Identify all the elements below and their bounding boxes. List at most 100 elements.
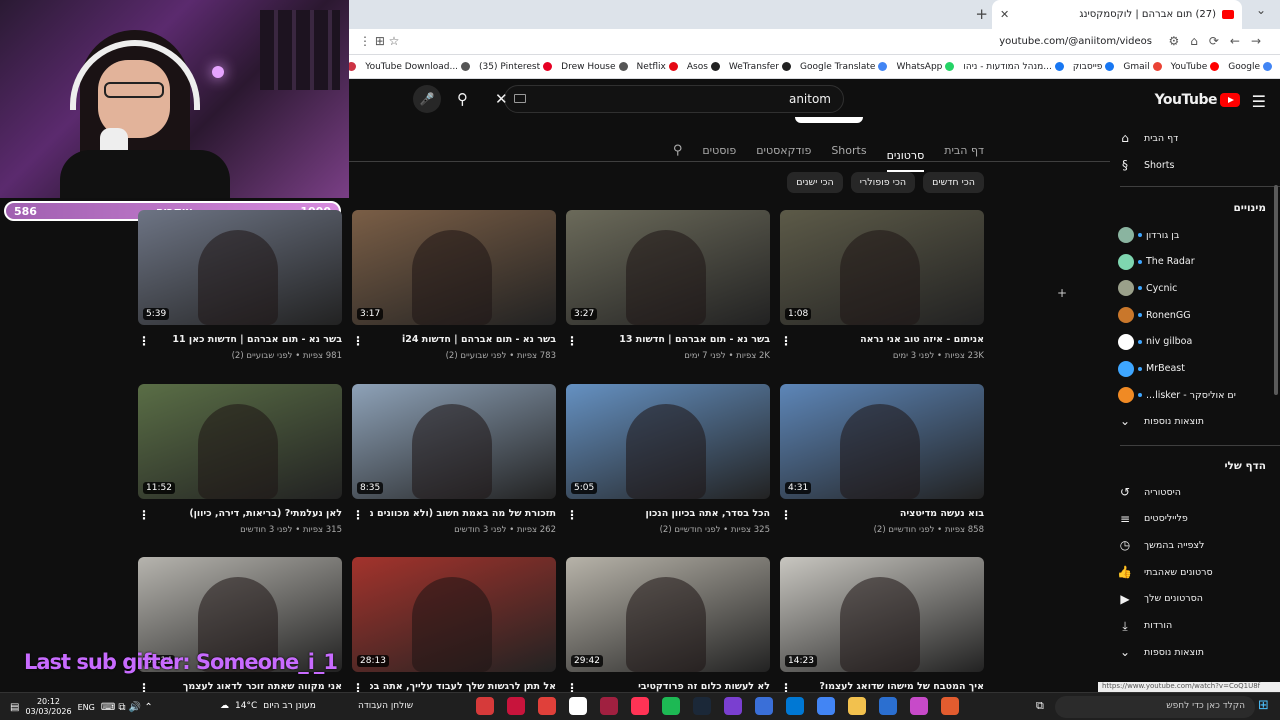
more-actions-icon[interactable]: ⋮ — [352, 508, 364, 522]
voice-search-icon[interactable]: 🎤 — [413, 85, 441, 113]
sidebar-item[interactable]: ⌄ תוצאות נוספות — [1118, 410, 1280, 432]
filter-chip[interactable]: הכי ישנים — [787, 172, 843, 193]
close-tab-icon[interactable]: ✕ — [1000, 8, 1009, 21]
video-card[interactable]: 4:31 בוא נעשה מדיטציה 858 צפיות • לפני חוד… — [780, 384, 984, 535]
video-thumbnail[interactable]: 1:08 — [780, 210, 984, 325]
sidebar-item[interactable]: 👍 סרטונים שאהבתי — [1117, 561, 1280, 583]
video-thumbnail[interactable]: 29:42 — [566, 557, 770, 672]
filter-chip[interactable]: הכי חדשים — [923, 172, 984, 193]
video-title[interactable]: תזכורת של מה באמת חשוב (ולא מכוונים מכאן… — [370, 508, 556, 519]
channel-search-icon[interactable]: ⚲ — [673, 143, 683, 168]
bookmark-item[interactable]: Netflix — [637, 62, 678, 72]
bookmark-item[interactable]: פייסבוק — [1073, 62, 1115, 72]
video-card[interactable]: 5:39 בשר נא - תום אברהם | חדשות כאן 11 981… — [138, 210, 342, 361]
subscriptions-heading[interactable]: מינויים — [1233, 202, 1266, 214]
video-card[interactable]: 5:05 הכל בסדר, אתה בכיוון הנכון 325 צפיות … — [566, 384, 770, 535]
tab-4[interactable]: פוסטים — [702, 144, 736, 167]
bookmark-item[interactable]: WhatsApp — [896, 62, 955, 72]
video-title[interactable]: אל תתן לרגשות שלך לעבוד עלייך, אתה בכיוו… — [370, 681, 556, 692]
bookmark-item[interactable]: YouTube — [1171, 62, 1220, 72]
url-field[interactable]: youtube.com/@aniitom/videos — [999, 36, 1152, 47]
window-controls[interactable]: ⌄ — [1256, 3, 1272, 17]
more-actions-icon[interactable]: ⋮ — [780, 334, 792, 348]
taskbar-app-icon[interactable] — [662, 697, 680, 715]
search-icon[interactable]: ⚲ — [457, 90, 468, 108]
task-view-icon[interactable]: ⧉ — [1036, 699, 1044, 713]
keyboard-icon[interactable] — [514, 94, 526, 103]
video-title[interactable]: לא לעשות כלום זה פרודקטיבי — [584, 681, 770, 692]
search-box[interactable]: anitom ✕ — [495, 85, 844, 113]
video-card[interactable]: 8:35 תזכורת של מה באמת חשוב (ולא מכוונים … — [352, 384, 556, 535]
sidebar-item[interactable]: Cycnic — [1118, 277, 1280, 299]
tab-0[interactable]: דף הבית — [944, 144, 984, 167]
video-title[interactable]: הכל בסדר, אתה בכיוון הנכון — [584, 508, 770, 519]
video-card[interactable]: 11:52 לאן נעלמתי? (בריאות, דירה, כיוון) 31… — [138, 384, 342, 535]
video-title[interactable]: בוא נעשה מדיטציה — [798, 508, 984, 519]
sidebar-scrollbar[interactable] — [1274, 185, 1278, 395]
sidebar-item[interactable]: ▶ הסרטונים שלך — [1118, 588, 1280, 610]
video-thumbnail[interactable]: 28:13 — [352, 557, 556, 672]
clock[interactable]: 20:12 03/03/2026 — [25, 697, 71, 717]
windows-search-box[interactable]: הקלד כאן כדי לחפש — [1055, 696, 1255, 718]
taskbar-app-icon[interactable] — [941, 697, 959, 715]
windows-start-icon[interactable]: ⊞ — [1258, 698, 1269, 713]
desktop-label[interactable]: שולחן העבודה — [358, 701, 413, 711]
taskbar-app-icon[interactable] — [879, 697, 897, 715]
sidebar-item[interactable]: § Shorts — [1118, 154, 1280, 176]
taskbar-app-icon[interactable] — [538, 697, 556, 715]
tab-2[interactable]: Shorts — [831, 144, 866, 167]
clear-search-icon[interactable]: ✕ — [495, 90, 508, 108]
bookmark-item[interactable]: Google Translate — [800, 62, 888, 72]
sidebar-item[interactable]: בן גורדון — [1118, 224, 1280, 246]
bookmark-item[interactable]: Asos — [687, 62, 720, 72]
weather-widget[interactable]: ☁ 14°C מעונן רב היום — [220, 701, 316, 711]
sidebar-item[interactable]: ⌄ תוצאות נוספות — [1118, 641, 1280, 663]
taskbar-app-icon[interactable] — [507, 697, 525, 715]
menu-icon[interactable]: ☰ — [1252, 92, 1266, 111]
video-thumbnail[interactable]: 3:17 — [352, 210, 556, 325]
video-thumbnail[interactable]: 8:35 — [352, 384, 556, 499]
bookmark-item[interactable]: WeTransfer — [729, 62, 791, 72]
bookmark-item[interactable]: Drew House — [561, 62, 628, 72]
more-actions-icon[interactable]: ⋮ — [780, 508, 792, 522]
sidebar-item[interactable]: ↺ היסטוריה — [1118, 481, 1280, 503]
taskbar-app-icon[interactable] — [569, 697, 587, 715]
tab-3[interactable]: פודקאסטים — [756, 144, 811, 167]
youtube-logo[interactable]: YouTube — [1155, 92, 1240, 108]
video-thumbnail[interactable]: 4:31 — [780, 384, 984, 499]
video-title[interactable]: אניתום - איזה טוב אני נראה — [798, 334, 984, 345]
taskbar-app-icon[interactable] — [631, 697, 649, 715]
video-title[interactable]: איך המטבח של מישהו שדואג לעצמו? — [798, 681, 984, 692]
video-card[interactable]: 1:08 אניתום - איזה טוב אני נראה 23K צפיות … — [780, 210, 984, 361]
video-thumbnail[interactable]: 14:23 — [780, 557, 984, 672]
bookmark-item[interactable]: מנהל המודעות - ניהו... — [963, 62, 1064, 72]
sidebar-item[interactable]: ⌂ דף הבית — [1118, 127, 1280, 149]
nav-buttons[interactable]: →←⟳⌂⚙ — [1168, 34, 1272, 48]
video-title[interactable]: אני מקווה שאתה זוכר לדאוג לעצמך — [156, 681, 342, 692]
taskbar-app-icon[interactable] — [476, 697, 494, 715]
more-actions-icon[interactable]: ⋮ — [138, 334, 150, 348]
filter-chip[interactable]: הכי פופולרי — [850, 172, 916, 193]
video-card[interactable]: 3:17 בשר נא - תום אברהם | חדשות i24 783 צפ… — [352, 210, 556, 361]
sidebar-item[interactable]: ◷ לצפייה בהמשך — [1118, 534, 1280, 556]
video-title[interactable]: בשר נא - תום אברהם | חדשות כאן 11 — [156, 334, 342, 345]
sidebar-item[interactable]: niv gilboa — [1118, 331, 1280, 353]
sidebar-item[interactable]: ים אוליסקר - lisker... — [1118, 384, 1280, 406]
extensions-icon[interactable]: ⋮ ⊞ ☆ — [359, 34, 399, 48]
more-actions-icon[interactable]: ⋮ — [138, 508, 150, 522]
video-thumbnail[interactable]: 3:27 — [566, 210, 770, 325]
video-card[interactable]: 29:42 לא לעשות כלום זה פרודקטיבי ⋮ — [566, 557, 770, 695]
taskbar-app-icon[interactable] — [600, 697, 618, 715]
search-input[interactable]: anitom — [789, 92, 831, 106]
more-actions-icon[interactable]: ⋮ — [352, 334, 364, 348]
bookmark-item[interactable]: Gmail — [1123, 62, 1162, 72]
bookmark-item[interactable]: YouTube Download... — [365, 62, 471, 72]
taskbar-app-icon[interactable] — [786, 697, 804, 715]
browser-tab[interactable]: (27) תום אברהם | לוקסמקסינג ✕ — [992, 0, 1242, 29]
sidebar-item[interactable]: RonenGG — [1118, 304, 1280, 326]
notification-icon[interactable]: ▤ — [10, 702, 19, 713]
video-thumbnail[interactable]: 11:52 — [138, 384, 342, 499]
taskbar-app-icon[interactable] — [724, 697, 742, 715]
video-title[interactable]: לאן נעלמתי? (בריאות, דירה, כיוון) — [156, 508, 342, 519]
video-thumbnail[interactable]: 5:05 — [566, 384, 770, 499]
